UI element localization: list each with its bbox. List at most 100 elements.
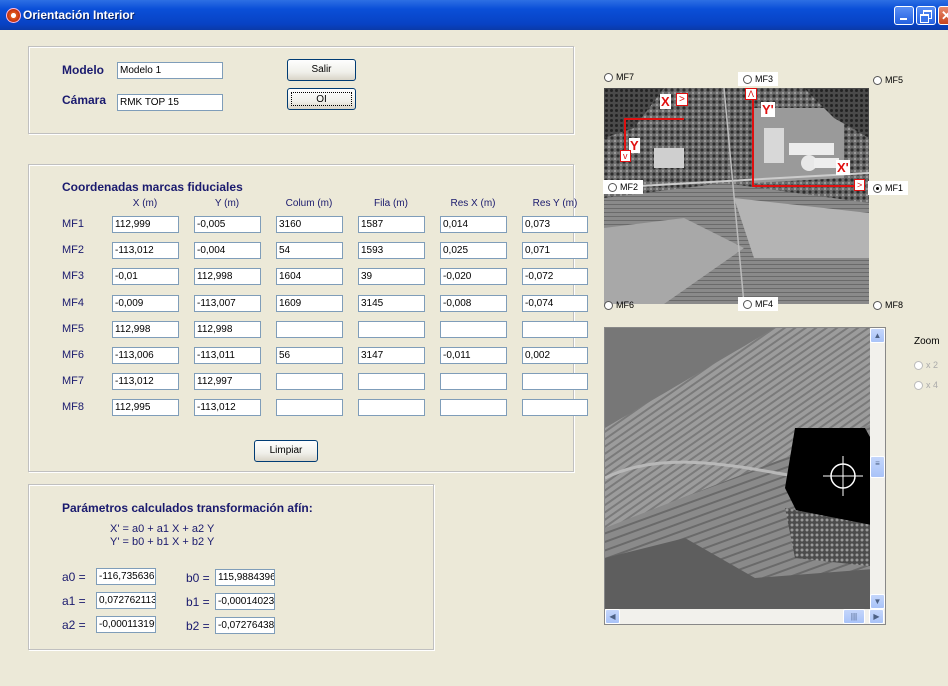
cell-mf2-4[interactable]: 0,025 [440,242,507,260]
axis-yp-line [752,98,754,186]
cell-mf5-0[interactable]: 112,998 [112,320,179,338]
cell-mf7-1[interactable]: 112,997 [194,373,261,391]
scroll-down-button[interactable]: ▼ [870,594,885,609]
aerial-photo[interactable]: > X Y v Λ Y' X' > [604,88,869,304]
cell-mf1-4[interactable]: 0,014 [440,216,507,233]
equation-y: Y' = b0 + b1 X + b2 Y [110,536,215,548]
cell-mf5-1[interactable]: 112,998 [194,320,261,338]
zoom-viewer[interactable]: ▲ ≡ ▼ ◀ ||| ▶ [604,327,886,625]
cell-mf4-2[interactable]: 1609 [276,294,343,312]
cell-mf8-3[interactable] [358,399,425,417]
zoom-vscrollbar[interactable]: ▲ ≡ ▼ [870,328,885,609]
cell-mf3-1[interactable]: 112,998 [194,268,261,286]
vscroll-thumb[interactable]: ≡ [870,456,885,478]
cell-mf3-2[interactable]: 1604 [276,268,343,286]
arrow-marker: Λ [745,88,758,100]
cell-mf7-0[interactable]: -113,012 [112,373,179,391]
axis-x-line [624,118,684,120]
cell-mf8-0[interactable]: 112,995 [112,399,179,417]
restore-button[interactable] [916,6,936,25]
limpiar-button[interactable]: Limpiar [254,440,318,462]
row-label-mf4: MF4 [62,296,84,309]
cell-mf8-2[interactable] [276,399,343,417]
a2-field[interactable]: -0,000113199 [96,616,156,633]
cell-mf7-2[interactable] [276,373,343,391]
cell-mf2-1[interactable]: -0,004 [194,242,261,260]
cell-mf6-4[interactable]: -0,011 [440,347,507,364]
cell-mf8-5[interactable] [522,399,588,417]
cell-mf2-3[interactable]: 1593 [358,242,425,260]
b0-label: b0 = [186,571,210,585]
radio-mf7[interactable]: MF7 [604,72,634,82]
b2-field[interactable]: -0,07276438 [215,617,275,634]
cell-mf3-5[interactable]: -0,072 [522,268,588,286]
radio-dot [873,75,882,85]
cell-mf5-3[interactable] [358,320,425,338]
cell-mf5-2[interactable] [276,320,343,338]
cell-mf3-4[interactable]: -0,020 [440,268,507,286]
oi-button[interactable]: OI [287,88,356,110]
camara-field[interactable]: RMK TOP 15 [117,94,223,111]
b0-field[interactable]: 115,9884396 [215,569,275,586]
params-title: Parámetros calculados transformación afí… [62,501,313,515]
row-label-mf8: MF8 [62,401,84,414]
cell-mf6-5[interactable]: 0,002 [522,347,588,364]
cell-mf1-0[interactable]: 112,999 [112,216,179,233]
cell-mf2-0[interactable]: -113,012 [112,242,179,260]
cell-mf4-5[interactable]: -0,074 [522,294,588,312]
cell-mf4-3[interactable]: 3145 [358,294,425,312]
a2-label: a2 = [62,618,86,632]
cell-mf7-4[interactable] [440,373,507,391]
a1-field[interactable]: 0,072762113 [96,592,156,609]
cell-mf4-4[interactable]: -0,008 [440,294,507,312]
cell-mf7-5[interactable] [522,373,588,391]
cell-mf7-3[interactable] [358,373,425,391]
cell-mf1-5[interactable]: 0,073 [522,216,588,233]
cell-mf3-3[interactable]: 39 [358,268,425,286]
cell-mf5-4[interactable] [440,320,507,338]
cell-mf2-2[interactable]: 54 [276,242,343,260]
scroll-left-button[interactable]: ◀ [605,609,620,624]
fiducial-title: Coordenadas marcas fiduciales [62,180,243,194]
b1-label: b1 = [186,595,210,609]
cell-mf8-4[interactable] [440,399,507,417]
hscroll-thumb[interactable]: ||| [843,609,865,624]
column-header: Y (m) [214,198,240,209]
cell-mf2-5[interactable]: 0,071 [522,242,588,260]
cell-mf6-3[interactable]: 3147 [358,347,425,364]
radio-mf2[interactable]: MF2 [603,180,643,194]
row-label-mf2: MF2 [62,244,84,257]
oi-button-label: OI [291,92,352,106]
axis-xp-label: X' [836,160,850,175]
radio-mf3[interactable]: MF3 [738,72,778,86]
radio-zoom-x4[interactable]: x 4 [914,380,938,390]
cell-mf1-2[interactable]: 3160 [276,216,343,233]
cell-mf1-1[interactable]: -0,005 [194,216,261,233]
close-button[interactable]: ✕ [938,6,948,25]
b1-field[interactable]: -0,00014023 [215,593,275,610]
column-header: Res X (m) [450,198,496,209]
scroll-up-button[interactable]: ▲ [870,328,885,343]
radio-mf4[interactable]: MF4 [738,297,778,311]
radio-mf8[interactable]: MF8 [873,300,903,310]
cell-mf3-0[interactable]: -0,01 [112,268,179,286]
cell-mf4-0[interactable]: -0,009 [112,294,179,312]
radio-mf6[interactable]: MF6 [604,300,634,310]
title-bar: Orientación Interior ✕ [0,0,948,30]
cell-mf6-1[interactable]: -113,011 [194,347,261,364]
cell-mf8-1[interactable]: -113,012 [194,399,261,417]
cell-mf6-0[interactable]: -113,006 [112,347,179,364]
radio-mf1[interactable]: MF1 [868,181,908,195]
zoom-hscrollbar[interactable]: ◀ ||| ▶ [605,609,885,624]
cell-mf6-2[interactable]: 56 [276,347,343,364]
minimize-button[interactable] [894,6,914,25]
cell-mf1-3[interactable]: 1587 [358,216,425,233]
cell-mf5-5[interactable] [522,320,588,338]
salir-button[interactable]: Salir [287,59,356,81]
cell-mf4-1[interactable]: -113,007 [194,294,261,312]
scroll-right-button[interactable]: ▶ [869,609,884,624]
modelo-field[interactable]: Modelo 1 [117,62,223,79]
radio-mf5[interactable]: MF5 [873,75,903,85]
radio-zoom-x2[interactable]: x 2 [914,360,938,370]
a0-field[interactable]: -116,735636 [96,568,156,585]
